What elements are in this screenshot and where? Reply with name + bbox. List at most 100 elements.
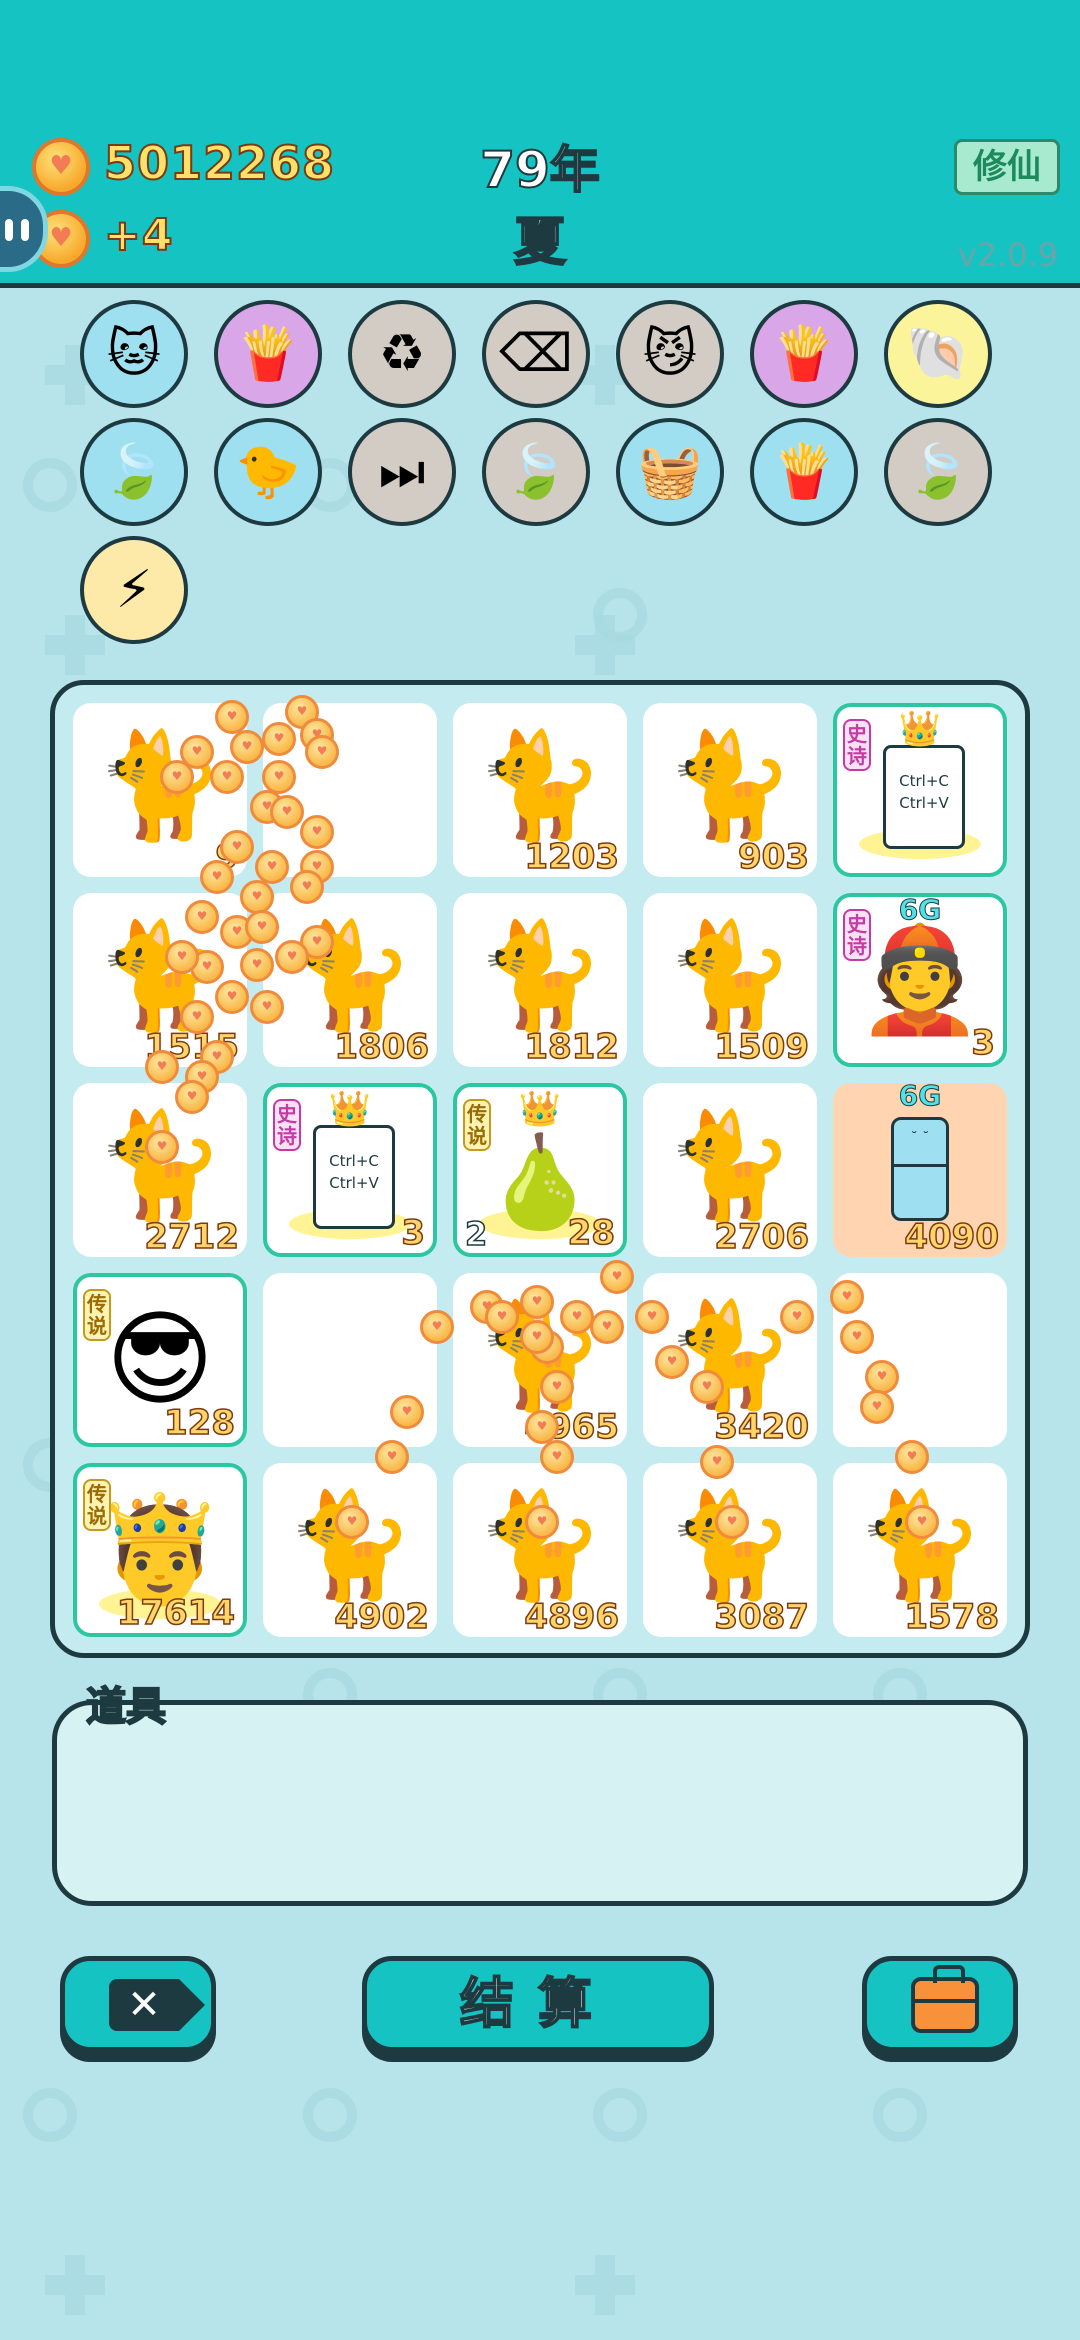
cell-value: 4896 <box>524 1596 620 1638</box>
briefcase-icon <box>911 1965 979 2033</box>
rarity-tag: 史诗 <box>843 909 871 961</box>
cat-icon: 🐈 <box>665 914 795 1036</box>
xiuxian-button[interactable]: 修仙 <box>954 139 1060 195</box>
flying-coin-icon: ♥ <box>305 735 339 769</box>
cell-left-count: 2 <box>464 1214 488 1254</box>
coin-rate: +4 <box>103 209 174 262</box>
flying-coin-icon: ♥ <box>175 1080 209 1114</box>
flying-coin-icon: ♥ <box>200 860 234 894</box>
flying-coin-icon: ♥ <box>485 1300 519 1334</box>
cell-value: 903 <box>737 836 809 878</box>
board-cell-cat[interactable]: 🐈 4896 <box>453 1463 627 1638</box>
rarity-tag: 史诗 <box>273 1099 301 1151</box>
fries-icon[interactable]: 🍟 <box>750 300 858 408</box>
cell-value: 3087 <box>714 1596 810 1638</box>
flying-coin-icon: ♥ <box>240 880 274 914</box>
flying-coin-icon: ♥ <box>420 1310 454 1344</box>
cat-icon: 🐈 <box>855 1484 985 1606</box>
fries-icon[interactable]: 🍟 <box>214 300 322 408</box>
board-cell-cat[interactable]: 🐈 2706 <box>643 1083 817 1258</box>
flying-coin-icon: ♥ <box>780 1300 814 1334</box>
board-cell-sunglasses[interactable]: 😎 传说 128 <box>73 1273 247 1447</box>
flying-coin-icon: ♥ <box>210 760 244 794</box>
flying-coin-icon: ♥ <box>600 1260 634 1294</box>
board-cell-cat[interactable]: 🐈 1509 <box>643 893 817 1068</box>
flying-coin-icon: ♥ <box>160 760 194 794</box>
copy-paste-card: Ctrl+C Ctrl+V <box>883 745 965 849</box>
flying-coin-icon: ♥ <box>262 722 296 756</box>
board-cell-cat[interactable]: 🐈 903 <box>643 703 817 878</box>
board-cell-cat[interactable]: 🐈 3087 <box>643 1463 817 1638</box>
flying-coin-icon: ♥ <box>830 1280 864 1314</box>
delete-tag-icon[interactable]: ⌫ <box>482 300 590 408</box>
flying-coin-icon: ♥ <box>145 1050 179 1084</box>
leaf-icon[interactable]: 🍃 <box>80 418 188 526</box>
coin-total: 5012268 <box>103 135 336 191</box>
board-cell-cat[interactable]: 🐈 1812 <box>453 893 627 1068</box>
board-cell-cat[interactable]: 🐈 1806 <box>263 893 437 1068</box>
flying-coin-icon: ♥ <box>690 1370 724 1404</box>
board-cell-copy-paste[interactable]: Ctrl+C Ctrl+V 👑 史诗 3 <box>263 1083 437 1257</box>
chick-icon[interactable]: 🐤 <box>214 418 322 526</box>
flying-coin-icon: ♥ <box>540 1370 574 1404</box>
flying-coin-icon: ♥ <box>375 1440 409 1474</box>
flying-coin-icon: ♥ <box>905 1505 939 1539</box>
coin-icon <box>32 138 90 196</box>
board-cell-king[interactable]: 🤴 传说 17614 <box>73 1463 247 1637</box>
cell-value: 1509 <box>714 1026 810 1068</box>
flying-coin-icon: ♥ <box>655 1345 689 1379</box>
cell-value: 17614 <box>116 1592 236 1634</box>
fruit-basket-icon[interactable]: 🧺 <box>616 418 724 526</box>
cell-value: 2712 <box>144 1216 240 1258</box>
leaf-icon[interactable]: 🍃 <box>884 418 992 526</box>
board-cell-fridge[interactable]: 6G 4090 <box>833 1079 1007 1258</box>
flying-coin-icon: ♥ <box>590 1310 624 1344</box>
delete-x-glyph: ✕ <box>127 1982 161 2028</box>
flying-coin-icon: ♥ <box>220 830 254 864</box>
flying-coin-icon: ♥ <box>245 910 279 944</box>
bag-button[interactable] <box>862 1956 1018 2052</box>
cat-glasses-icon[interactable]: 🐱 <box>80 300 188 408</box>
fries-icon[interactable]: 🍟 <box>750 418 858 526</box>
rarity-tag: 史诗 <box>843 719 871 771</box>
cat-eyes-icon[interactable]: 😼 <box>616 300 724 408</box>
board-cell-cat[interactable]: 🐈 4902 <box>263 1463 437 1638</box>
cat-icon: 🐈 <box>665 1484 795 1606</box>
settle-button[interactable]: 结算 <box>362 1956 714 2052</box>
flying-coin-icon: ♥ <box>390 1395 424 1429</box>
board-cell-cat[interactable]: 🐈 1578 <box>833 1463 1007 1638</box>
board-cell-cat[interactable]: 🐈 2712 <box>73 1083 247 1258</box>
flying-coin-icon: ♥ <box>715 1505 749 1539</box>
flying-coin-icon: ♥ <box>540 1440 574 1474</box>
board-cell-red-hat[interactable]: 👲 6G 史诗 3 <box>833 893 1007 1067</box>
board-cell-copy-paste[interactable]: Ctrl+C Ctrl+V 👑 史诗 <box>833 703 1007 877</box>
flying-coin-icon: ♥ <box>262 760 296 794</box>
flying-coin-icon: ♥ <box>865 1360 899 1394</box>
lightning-icon[interactable]: ⚡ <box>80 536 188 644</box>
board-cell-pear[interactable]: 👑 🍐 传说 2 28 <box>453 1083 627 1257</box>
board-cell-cat[interactable]: 🐈 1203 <box>453 703 627 878</box>
cell-value: 128 <box>163 1402 235 1444</box>
delete-button[interactable]: ✕ <box>60 1956 216 2052</box>
flying-coin-icon: ♥ <box>860 1390 894 1424</box>
cell-value: 4090 <box>904 1216 1000 1258</box>
flying-coin-icon: ♥ <box>215 700 249 734</box>
recycle-icon[interactable]: ♻ <box>348 300 456 408</box>
skip-icon[interactable]: ⏭ <box>348 418 456 526</box>
flying-coin-icon: ♥ <box>290 870 324 904</box>
ctrl-c-label: Ctrl+C <box>899 772 949 790</box>
flying-coin-icon: ♥ <box>560 1300 594 1334</box>
network-6g-badge: 6G <box>898 1079 942 1113</box>
cat-icon: 🐈 <box>285 914 415 1036</box>
top-bar: 5012268 +4 79年 夏 修仙 v2.0.9 <box>0 0 1080 288</box>
fridge-icon <box>891 1117 949 1221</box>
ctrl-v-label: Ctrl+V <box>329 1174 379 1192</box>
rarity-tag: 传说 <box>83 1289 111 1341</box>
shell-icon[interactable]: 🐚 <box>884 300 992 408</box>
cell-value: 28 <box>567 1212 616 1254</box>
flying-coin-icon: ♥ <box>525 1410 559 1444</box>
ctrl-v-label: Ctrl+V <box>899 794 949 812</box>
leaf-icon[interactable]: 🍃 <box>482 418 590 526</box>
cat-icon: 🐈 <box>665 1104 795 1226</box>
settle-label: 结算 <box>459 1971 616 2036</box>
